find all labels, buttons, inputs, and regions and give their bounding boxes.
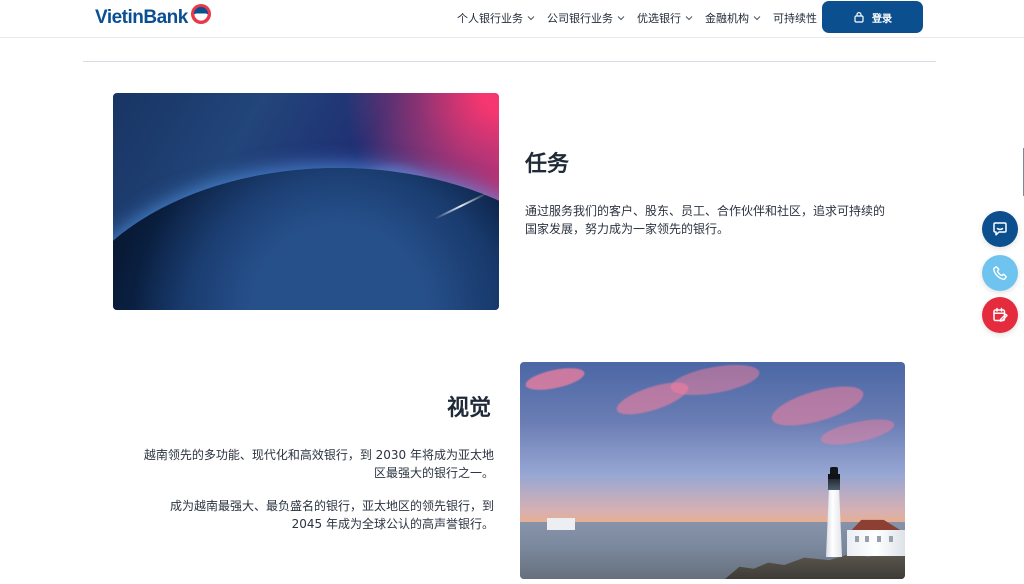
chevron-down-icon (685, 16, 693, 21)
earth-globe (113, 168, 499, 310)
lighthouse (821, 464, 847, 557)
calendar-edit-button[interactable] (982, 297, 1018, 333)
nav-item-label: 优选银行 (637, 12, 681, 25)
mission-text: 通过服务我们的客户、股东、员工、合作伙伴和社区，追求可持续的国家发展，努力成为一… (525, 204, 886, 236)
nav-item-label: 可持续性 (773, 12, 817, 25)
vision-text-1: 越南领先的多功能、现代化和高效银行，到 2030 年将成为亚太地区最强大的银行之… (143, 448, 494, 480)
phone-icon (993, 266, 1007, 280)
section-divider (83, 61, 936, 62)
house-window (889, 536, 893, 542)
vision-title: 视觉 (447, 396, 492, 421)
mission-title: 任务 (525, 152, 570, 177)
nav-item-corporate-banking[interactable]: 公司银行业务 (547, 10, 625, 26)
lighthouse-lamp (828, 474, 840, 490)
login-label: 登录 (872, 13, 892, 25)
chevron-down-icon (617, 16, 625, 21)
vision-text-2: 成为越南最强大、最负盛名的银行，亚太地区的领先银行，到 2045 年成为全球公认… (169, 499, 494, 531)
chevron-down-icon (527, 16, 535, 21)
nav-item-personal-banking[interactable]: 个人银行业务 (457, 10, 535, 26)
keeper-house (847, 514, 905, 556)
cloud (523, 363, 587, 395)
chat-button[interactable] (982, 211, 1018, 247)
cloud (818, 414, 897, 450)
lock-icon (854, 12, 864, 23)
house-window (877, 536, 881, 542)
nav-item-financial-institutions[interactable]: 金融机构 (705, 10, 761, 26)
lighthouse-tower (826, 490, 842, 557)
nav-item-sustainability[interactable]: 可持续性 (773, 10, 817, 26)
login-button[interactable]: 登录 (822, 1, 923, 33)
brand-name: VietinBank (95, 7, 188, 28)
house-window (855, 536, 859, 542)
chat-icon (993, 222, 1007, 236)
lighthouse-image (520, 362, 905, 579)
nav-item-label: 个人银行业务 (457, 12, 523, 25)
lighthouse-building (547, 518, 575, 530)
house-body (847, 530, 905, 556)
nav-item-label: 公司银行业务 (547, 12, 613, 25)
site-header: VietinBank 个人银行业务 公司银行业务 优选银行 金融机构 可持续性 … (0, 0, 1024, 38)
chevron-down-icon (753, 16, 761, 21)
house-window (865, 536, 869, 542)
vietinbank-logo[interactable]: VietinBank (95, 3, 212, 33)
earth-night-image (113, 93, 499, 310)
calendar-edit-icon (993, 307, 1008, 322)
nav-item-label: 金融机构 (705, 12, 749, 25)
phone-button[interactable] (982, 255, 1018, 291)
page: VietinBank 个人银行业务 公司银行业务 优选银行 金融机构 可持续性 … (0, 0, 1024, 584)
logo-mark-icon (190, 3, 212, 25)
main-nav: 个人银行业务 公司银行业务 优选银行 金融机构 可持续性 (457, 10, 817, 26)
nav-item-premium-banking[interactable]: 优选银行 (637, 10, 693, 26)
